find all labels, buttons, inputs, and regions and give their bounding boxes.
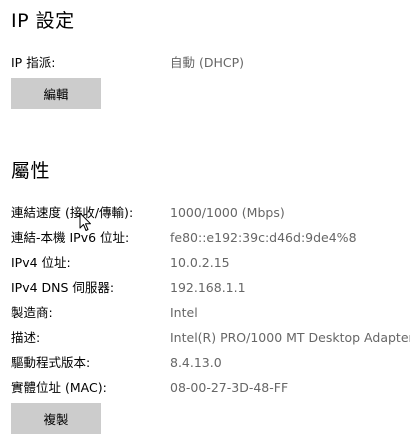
property-row-link-speed: 連結速度 (接收/傳輸): 1000/1000 (Mbps) [11,203,410,223]
property-label: 連結速度 (接收/傳輸): [11,205,134,220]
property-label: 驅動程式版本: [11,355,91,370]
ip-assignment-label: IP 指派: [11,55,56,70]
copy-button[interactable]: 複製 [11,403,101,434]
property-row-description: 描述: Intel(R) PRO/1000 MT Desktop Adapter [11,328,410,348]
property-row-mac: 實體位址 (MAC): 08-00-27-3D-48-FF [11,378,410,398]
property-label: 製造商: [11,305,53,320]
property-value[interactable]: Intel [170,303,198,323]
property-value[interactable]: 10.0.2.15 [170,253,230,273]
property-value[interactable]: Intel(R) PRO/1000 MT Desktop Adapter [170,328,410,348]
property-label: IPv4 DNS 伺服器: [11,280,115,295]
property-row-ipv6: 連結-本機 IPv6 位址: fe80::e192:39c:d46d:9de4%… [11,228,410,248]
mouse-pointer-icon [79,212,91,231]
property-value[interactable]: 1000/1000 (Mbps) [170,203,285,223]
ip-settings-title: IP 設定 [11,10,75,32]
property-row-manufacturer: 製造商: Intel [11,303,410,323]
property-row-driver-version: 驅動程式版本: 8.4.13.0 [11,353,410,373]
property-label: 實體位址 (MAC): [11,380,107,395]
ip-assignment-value: 自動 (DHCP) [170,55,245,70]
property-value[interactable]: 8.4.13.0 [170,353,222,373]
property-row-dns: IPv4 DNS 伺服器: 192.168.1.1 [11,278,410,298]
properties-title: 屬性 [11,160,51,182]
property-label: IPv4 位址: [11,255,71,270]
property-value[interactable]: 192.168.1.1 [170,278,246,298]
property-value[interactable]: 08-00-27-3D-48-FF [170,378,288,398]
property-row-ipv4: IPv4 位址: 10.0.2.15 [11,253,410,273]
property-label: 連結-本機 IPv6 位址: [11,230,130,245]
property-value[interactable]: fe80::e192:39c:d46d:9de4%8 [170,228,357,248]
ip-assignment-row: IP 指派: 自動 (DHCP) [11,53,410,73]
edit-button[interactable]: 編輯 [11,78,101,109]
property-label: 描述: [11,330,41,345]
